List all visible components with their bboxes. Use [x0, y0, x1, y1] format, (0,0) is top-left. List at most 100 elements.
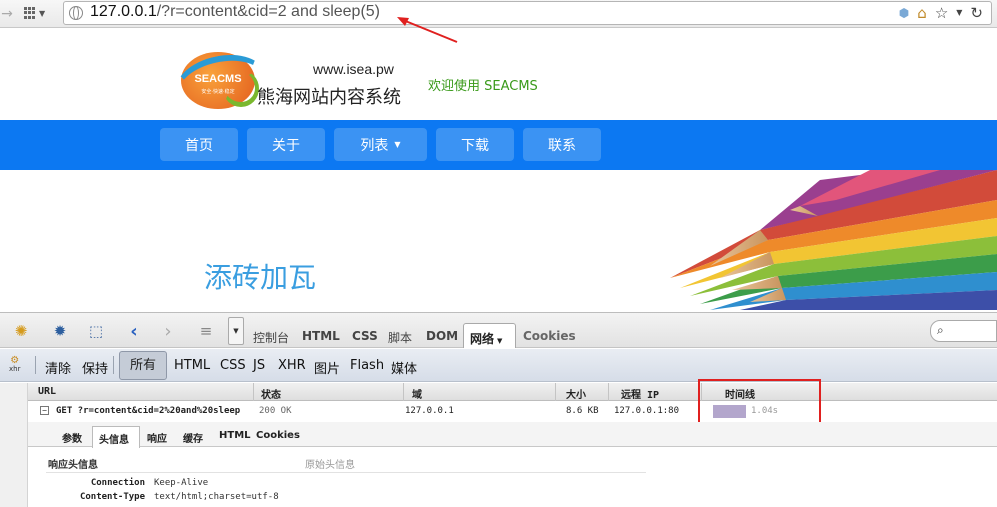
column-remote-ip[interactable]: 远程 IP: [621, 386, 659, 401]
extension-icon[interactable]: ⬢: [899, 4, 909, 22]
forward-arrow-icon[interactable]: →: [0, 4, 14, 24]
request-size: 8.6 KB: [566, 406, 599, 416]
apps-menu-button[interactable]: ▼: [24, 4, 54, 22]
globe-icon: [69, 6, 83, 20]
request-domain: 127.0.0.1: [405, 406, 454, 416]
bookmark-star-icon[interactable]: ☆: [935, 4, 948, 22]
site-domain: www.isea.pw: [313, 61, 394, 77]
request-table-header: URL 状态 域 大小 远程 IP 时间线: [28, 383, 997, 401]
hero-banner: 添砖加瓦: [0, 170, 997, 310]
reload-icon[interactable]: ↻: [970, 4, 983, 22]
xhr-icon-label: xhr: [9, 365, 21, 373]
filter-html-button[interactable]: HTML: [174, 358, 210, 373]
browser-toolbar: → ▼ 127.0.0.1/?r=content&cid=2 and sleep…: [0, 0, 997, 28]
header-value: Keep-Alive: [154, 478, 209, 488]
detail-tab-cookies[interactable]: Cookies: [256, 430, 300, 441]
inspect-bug-icon[interactable]: ✹: [49, 321, 71, 341]
network-filter-bar: ⚙ xhr 清除 保持 所有 HTML CSS JS XHR 图片 Flash 媒…: [0, 349, 997, 382]
annotation-arrow-icon: [397, 17, 458, 43]
response-headers-title: 响应头信息: [48, 460, 98, 471]
tab-html[interactable]: HTML: [302, 329, 340, 343]
chevron-down-icon: ▼: [394, 140, 401, 149]
site-navbar: 首页 关于 列表 ▼ 下载 联系: [0, 120, 997, 170]
detail-tab-response[interactable]: 响应: [147, 430, 167, 445]
dropdown-caret-icon[interactable]: ▼: [956, 4, 962, 22]
firebug-bug-icon[interactable]: ✺: [10, 321, 32, 341]
detail-tab-html[interactable]: HTML: [219, 430, 251, 441]
request-status: 200 OK: [259, 406, 292, 416]
divider: [46, 472, 646, 473]
nav-download-label: 下载: [461, 137, 489, 154]
detail-tab-cache[interactable]: 缓存: [183, 430, 203, 445]
tab-dom[interactable]: DOM: [426, 329, 458, 343]
chevron-down-icon: ▼: [39, 8, 46, 18]
separator: [35, 356, 36, 374]
colored-pencils-image: [670, 170, 997, 310]
filter-flash-button[interactable]: Flash: [350, 358, 384, 373]
persist-button[interactable]: 保持: [82, 358, 108, 377]
nav-list-label: 列表: [360, 137, 389, 154]
request-row[interactable]: − GET ?r=content&cid=2%20and%20sleep 200…: [28, 402, 997, 421]
header-value: text/html;charset=utf-8: [154, 492, 279, 502]
clear-button[interactable]: 清除: [45, 358, 71, 377]
nav-about-button[interactable]: 关于: [247, 128, 325, 161]
column-status[interactable]: 状态: [261, 386, 281, 401]
back-arrow-icon[interactable]: ‹: [123, 321, 145, 342]
address-bar[interactable]: 127.0.0.1/?r=content&cid=2 and sleep(5) …: [63, 1, 992, 25]
request-remote-ip: 127.0.0.1:80: [614, 406, 680, 416]
detail-tab-params[interactable]: 参数: [62, 430, 82, 445]
site-title: 熊海网站内容系统: [257, 87, 401, 108]
panel-gutter: [0, 383, 28, 507]
url-text[interactable]: 127.0.0.1/?r=content&cid=2 and sleep(5): [90, 3, 380, 21]
tab-network-label: 网络: [470, 332, 495, 346]
nav-download-button[interactable]: 下载: [436, 128, 514, 161]
tab-cookies[interactable]: Cookies: [523, 329, 576, 343]
filter-media-button[interactable]: 媒体: [391, 358, 417, 377]
nav-about-label: 关于: [272, 137, 300, 154]
search-icon: ⌕: [937, 323, 944, 337]
chevron-down-icon: ▼: [497, 337, 503, 345]
devtools-search-input[interactable]: ⌕: [930, 320, 997, 342]
column-separator[interactable]: [253, 383, 254, 401]
detail-tabs: 参数 头信息 响应 缓存 HTML Cookies: [28, 422, 997, 448]
nav-home-button[interactable]: 首页: [160, 128, 238, 161]
panel-dropdown-button[interactable]: ▼: [228, 317, 244, 345]
column-separator[interactable]: [403, 383, 404, 401]
tab-network[interactable]: 网络 ▼: [463, 323, 516, 348]
nav-home-label: 首页: [185, 137, 213, 154]
firebug-toolbar: ✺ ✹ ⬚ ‹ › ≡ ▼ 控制台 HTML CSS 脚本 DOM 网络 ▼ Co…: [0, 312, 997, 348]
tab-script[interactable]: 脚本: [388, 329, 412, 346]
header-name: Content-Type: [79, 492, 145, 502]
xhr-breakpoint-icon[interactable]: ⚙ xhr: [9, 356, 21, 374]
url-path: /?r=content&cid=2 and sleep(5): [156, 3, 380, 20]
nav-contact-button[interactable]: 联系: [523, 128, 601, 161]
column-url[interactable]: URL: [38, 386, 56, 397]
tab-console[interactable]: 控制台: [253, 329, 289, 346]
url-host: 127.0.0.1: [90, 3, 157, 20]
filter-images-button[interactable]: 图片: [314, 358, 340, 377]
detail-tab-headers[interactable]: 头信息: [92, 426, 140, 448]
filter-js-button[interactable]: JS: [253, 358, 265, 373]
logo-text: SEACMS: [194, 73, 242, 85]
column-size[interactable]: 大小: [566, 386, 586, 401]
nav-list-button[interactable]: 列表 ▼: [334, 128, 427, 161]
tab-css[interactable]: CSS: [352, 329, 378, 343]
column-separator[interactable]: [608, 383, 609, 401]
filter-all-button[interactable]: 所有: [119, 351, 167, 380]
menu-lines-icon[interactable]: ≡: [195, 321, 217, 341]
collapse-icon[interactable]: −: [40, 406, 49, 415]
filter-xhr-button[interactable]: XHR: [278, 358, 306, 373]
logo-subtext: 安全·快速·稳定: [201, 89, 235, 95]
banner-slogan: 添砖加瓦: [204, 261, 317, 294]
column-domain[interactable]: 域: [412, 386, 422, 401]
filter-css-button[interactable]: CSS: [220, 358, 246, 373]
home-icon[interactable]: ⌂: [917, 4, 927, 22]
raw-headers-link[interactable]: 原始头信息: [305, 456, 355, 471]
welcome-text: 欢迎使用 SEACMS: [428, 79, 538, 94]
inspect-element-icon[interactable]: ⬚: [85, 321, 107, 341]
forward-arrow-icon[interactable]: ›: [157, 321, 179, 342]
request-url: GET ?r=content&cid=2%20and%20sleep: [56, 406, 241, 416]
address-bar-icons: ⬢ ⌂ ☆ ▼ ↻: [899, 4, 983, 22]
column-separator[interactable]: [555, 383, 556, 401]
apps-grid-icon: [24, 7, 36, 19]
